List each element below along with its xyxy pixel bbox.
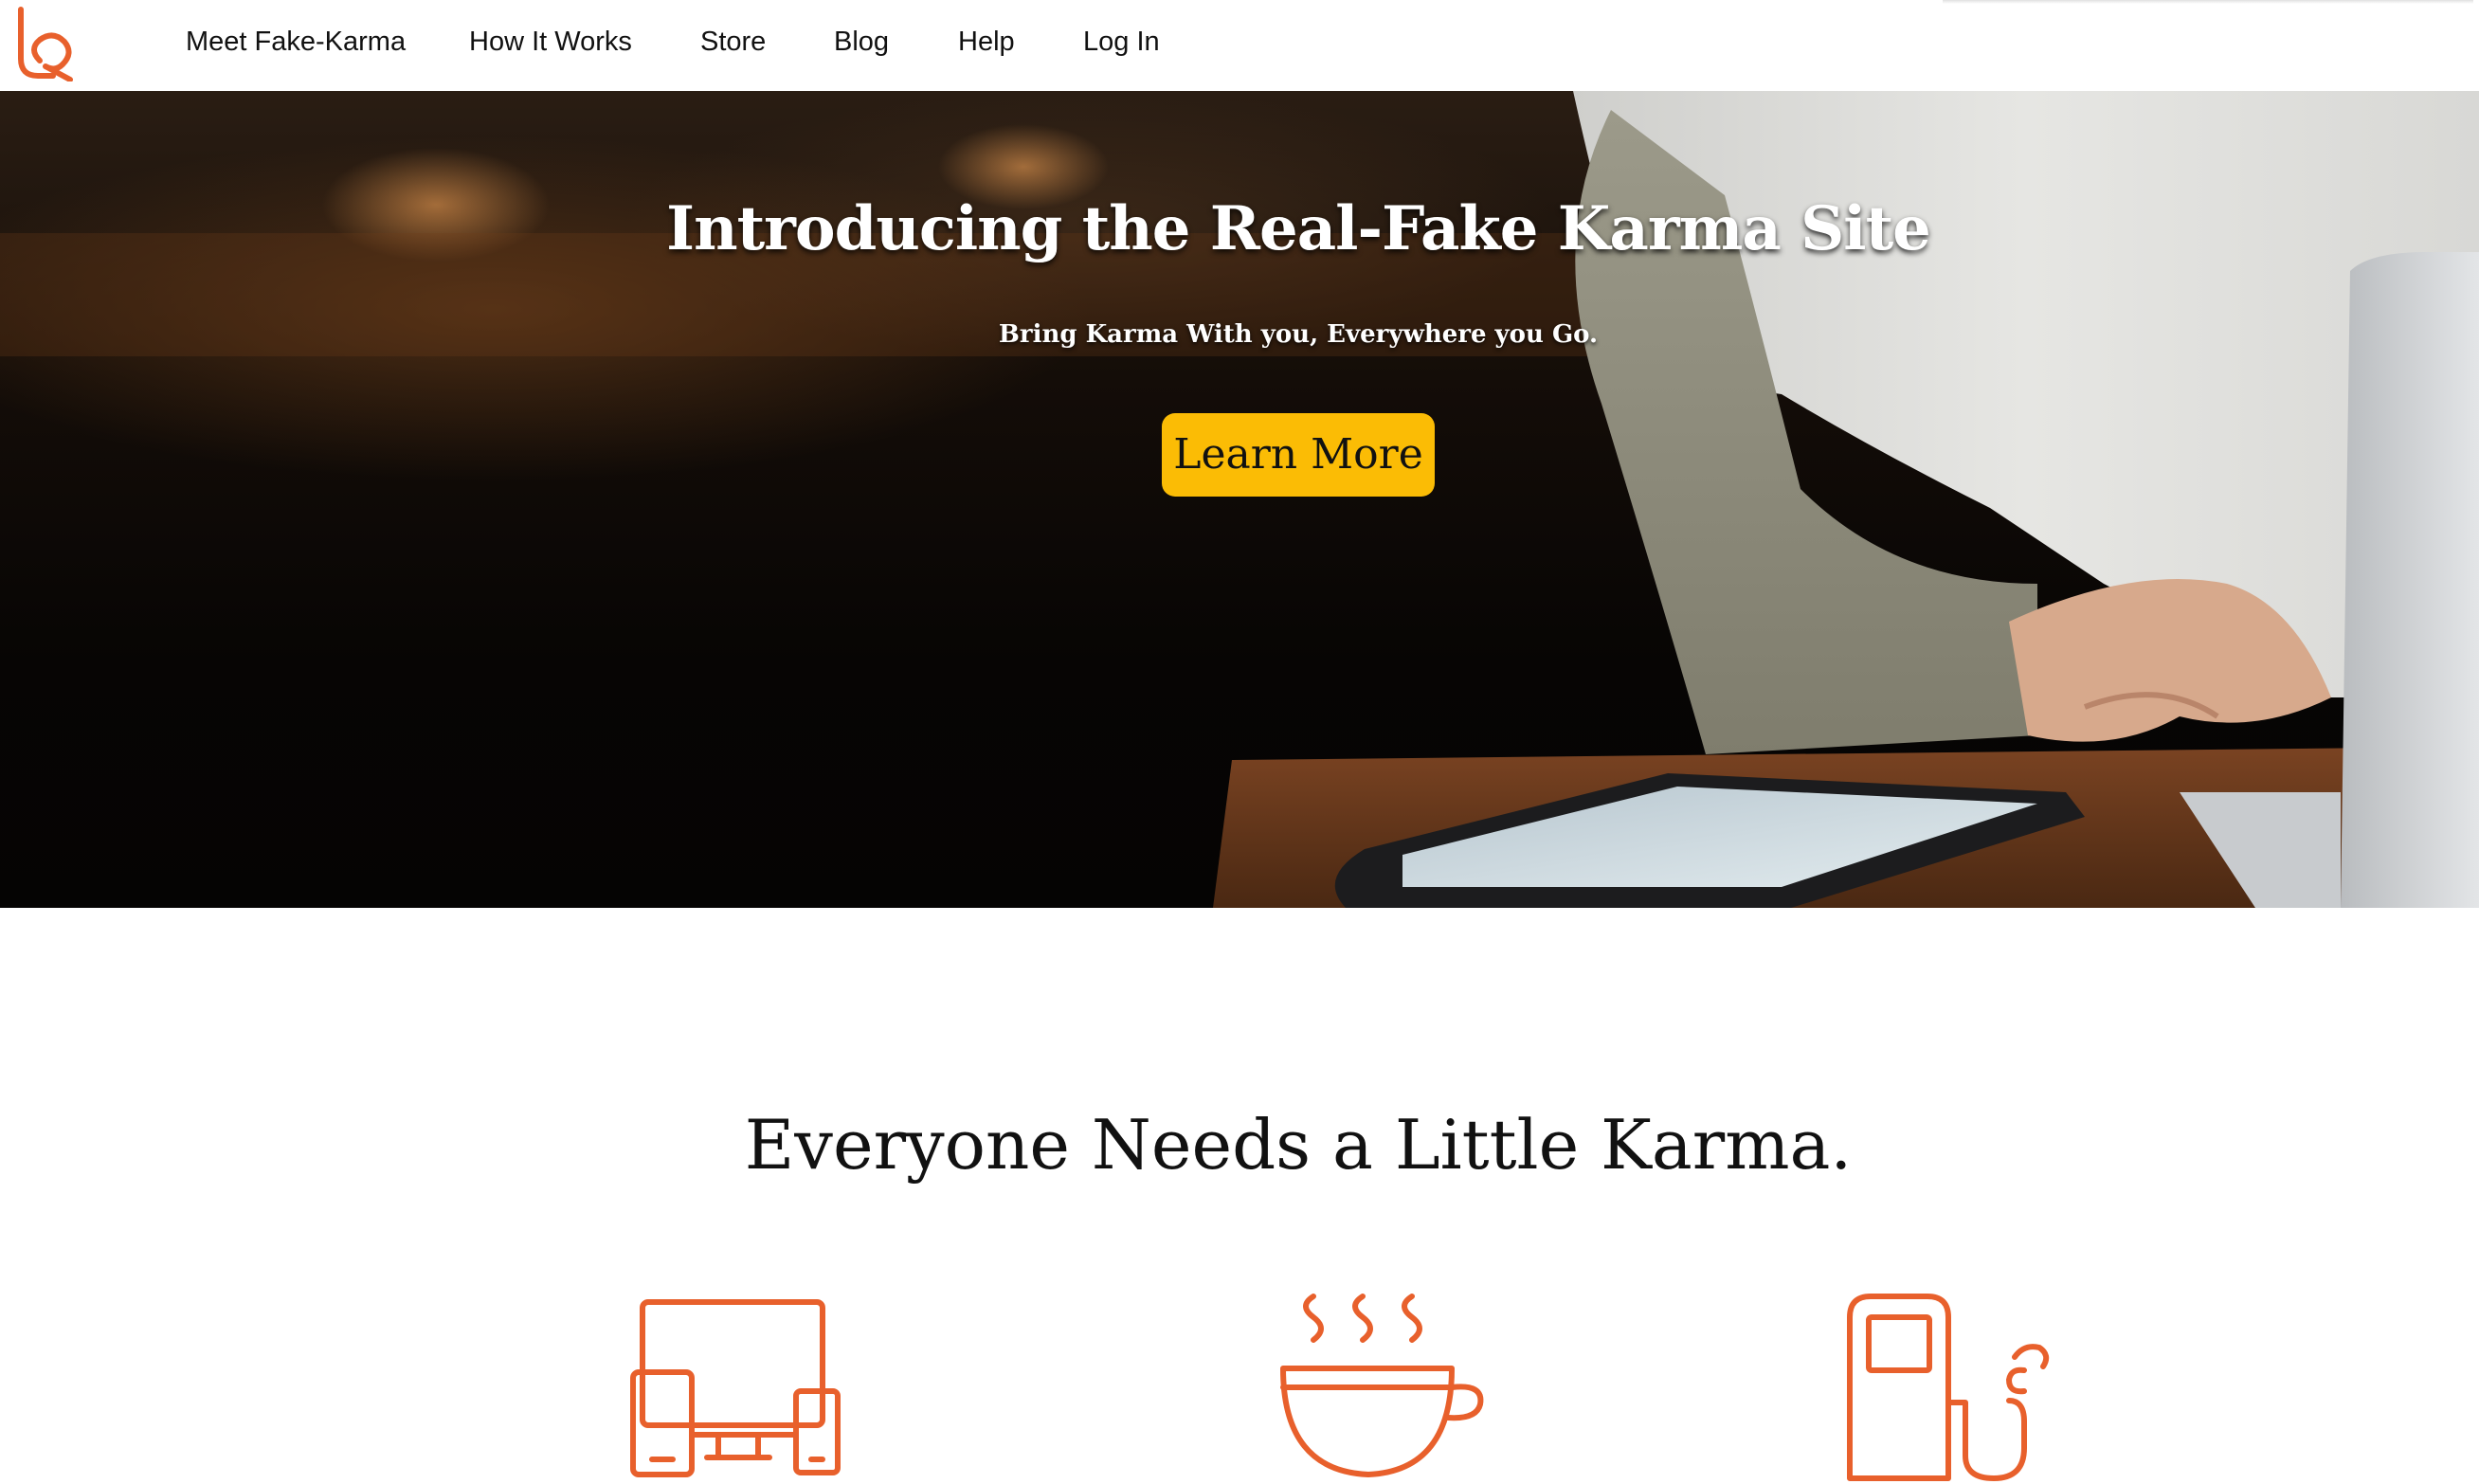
karma-logo-icon[interactable] — [11, 6, 80, 81]
nav-item-meet-fake-karma[interactable]: Meet Fake-Karma — [186, 23, 406, 61]
overlay-edge-shadow — [1943, 0, 2473, 4]
top-navbar: Meet Fake-Karma How It Works Store Blog … — [0, 0, 2479, 91]
nav-item-log-in[interactable]: Log In — [1083, 23, 1160, 61]
hero-banner: Introducing the Real-Fake Karma Site Bri… — [0, 91, 2479, 908]
devices-icon — [630, 1299, 841, 1477]
nav-item-help[interactable]: Help — [958, 23, 1015, 61]
nav-item-how-it-works[interactable]: How It Works — [469, 23, 632, 61]
fuel-pump-icon — [1847, 1294, 2050, 1481]
hero-subtitle: Bring Karma With you, Everywhere you Go. — [998, 320, 1599, 349]
learn-more-button[interactable]: Learn More — [1162, 413, 1435, 497]
nav-item-blog[interactable]: Blog — [834, 23, 889, 61]
features-heading: Everyone Needs a Little Karma. — [744, 1105, 1853, 1185]
coffee-cup-icon — [1280, 1294, 1484, 1477]
nav-item-store[interactable]: Store — [700, 23, 766, 61]
hero-title: Introducing the Real-Fake Karma Site — [666, 193, 1931, 264]
